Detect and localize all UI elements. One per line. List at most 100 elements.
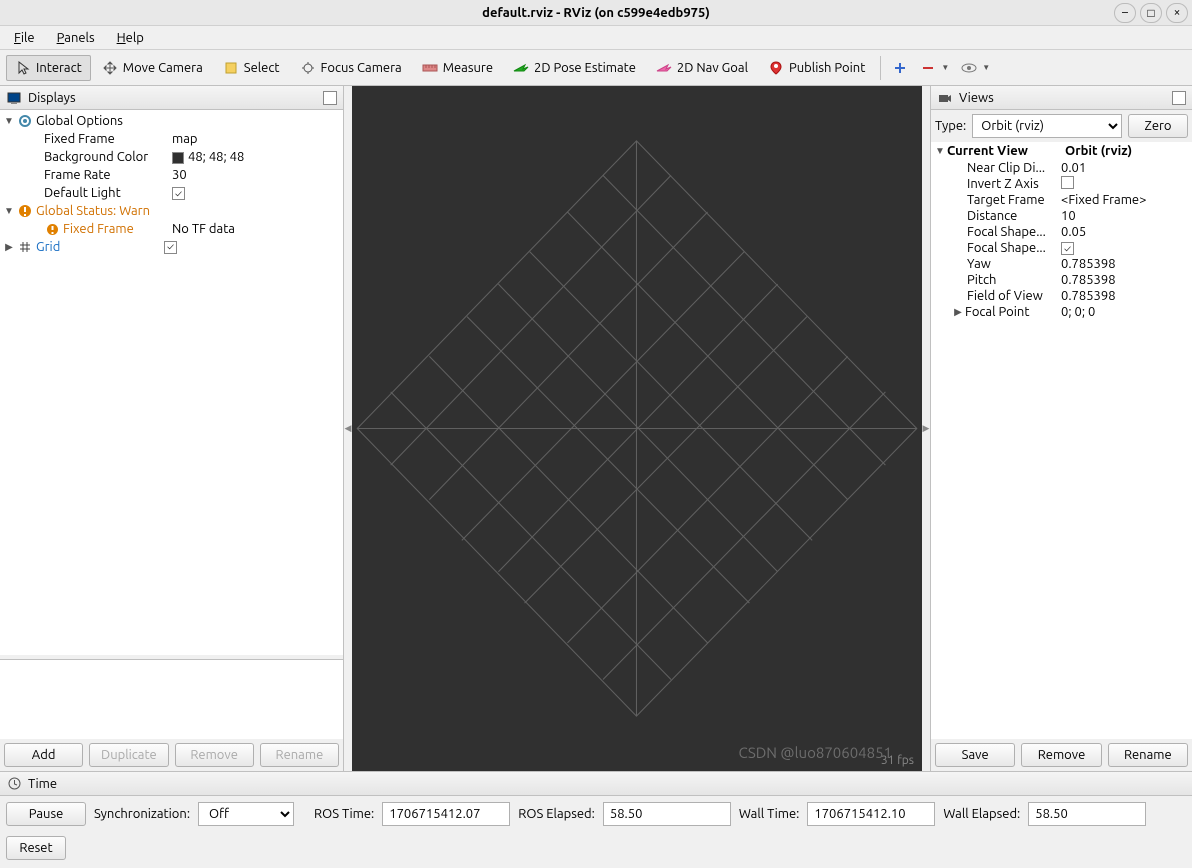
window-title: default.rviz - RViz (on c599e4edb975)	[482, 6, 710, 20]
distance-value[interactable]: 10	[1061, 209, 1192, 223]
sync-select[interactable]: Off	[198, 802, 294, 826]
displays-title: Displays	[28, 91, 76, 105]
wall-elapsed-input[interactable]	[1028, 802, 1146, 826]
menu-help[interactable]: Help	[107, 29, 154, 47]
fov-value[interactable]: 0.785398	[1061, 289, 1192, 303]
status-fixed-frame-value[interactable]: No TF data	[172, 222, 343, 236]
fixed-frame-value[interactable]: map	[172, 132, 343, 146]
target-frame-label[interactable]: Target Frame	[931, 193, 1061, 207]
zero-button[interactable]: Zero	[1128, 114, 1188, 138]
fixed-frame-label[interactable]: Fixed Frame	[0, 132, 172, 146]
expand-arrow[interactable]: ▶	[4, 241, 14, 253]
ros-time-input[interactable]	[382, 802, 510, 826]
camera-icon	[937, 90, 953, 106]
time-header[interactable]: Time	[0, 772, 1192, 796]
displays-float-checkbox[interactable]	[323, 91, 337, 105]
color-swatch	[172, 152, 184, 164]
invert-z-label[interactable]: Invert Z Axis	[931, 177, 1061, 191]
ros-elapsed-input[interactable]	[603, 802, 731, 826]
displays-tree[interactable]: ▼ Global Options Fixed Framemap Backgrou…	[0, 110, 343, 655]
ruler-icon	[422, 60, 438, 76]
frame-rate-label[interactable]: Frame Rate	[0, 168, 172, 182]
collapse-left-handle[interactable]: ◀	[344, 86, 352, 771]
expand-arrow[interactable]: ▼	[935, 145, 945, 157]
views-panel: Views Type: Orbit (rviz) Zero ▼Current V…	[930, 86, 1192, 771]
rename-button[interactable]: Rename	[260, 743, 339, 767]
grid-checkbox[interactable]	[164, 241, 177, 254]
menu-panels[interactable]: Panels	[47, 29, 105, 47]
tool-focus-camera-label: Focus Camera	[321, 61, 402, 75]
pitch-label[interactable]: Pitch	[931, 273, 1061, 287]
pause-button[interactable]: Pause	[6, 802, 86, 826]
fov-label[interactable]: Field of View	[931, 289, 1061, 303]
default-light-label[interactable]: Default Light	[0, 186, 172, 200]
bg-color-label[interactable]: Background Color	[0, 150, 172, 164]
ros-elapsed-label: ROS Elapsed:	[518, 807, 595, 821]
collapse-right-handle[interactable]: ▶	[922, 86, 930, 771]
expand-arrow[interactable]: ▼	[4, 205, 14, 217]
tool-add-icon[interactable]	[887, 55, 913, 81]
wall-elapsed-label: Wall Elapsed:	[943, 807, 1020, 821]
frame-rate-value[interactable]: 30	[172, 168, 343, 182]
views-rename-button[interactable]: Rename	[1108, 743, 1188, 767]
arrow-pink-icon	[656, 60, 672, 76]
focal-shape-fixed-label[interactable]: Focal Shape...	[931, 241, 1061, 255]
tool-select[interactable]: Select	[214, 55, 289, 81]
views-remove-button[interactable]: Remove	[1021, 743, 1101, 767]
tool-visibility-icon[interactable]: ▼	[956, 55, 995, 81]
tool-measure[interactable]: Measure	[413, 55, 502, 81]
global-options-label[interactable]: Global Options	[36, 114, 123, 128]
yaw-label[interactable]: Yaw	[931, 257, 1061, 271]
displays-header[interactable]: Displays	[0, 86, 343, 110]
focal-shape-fixed-checkbox[interactable]	[1061, 242, 1074, 255]
tool-interact[interactable]: Interact	[6, 55, 91, 81]
current-view-label[interactable]: Current View	[947, 144, 1028, 158]
tool-move-camera[interactable]: Move Camera	[93, 55, 212, 81]
focal-point-value[interactable]: 0; 0; 0	[1061, 305, 1192, 319]
close-button[interactable]: ×	[1166, 3, 1188, 23]
tool-move-camera-label: Move Camera	[123, 61, 203, 75]
bg-color-value[interactable]: 48; 48; 48	[172, 150, 343, 164]
current-view-value[interactable]: Orbit (rviz)	[1065, 144, 1192, 158]
view-type-select[interactable]: Orbit (rviz)	[972, 114, 1122, 138]
views-float-checkbox[interactable]	[1172, 91, 1186, 105]
views-tree[interactable]: ▼Current View Orbit (rviz) Near Clip Di.…	[931, 142, 1192, 739]
global-status-label[interactable]: Global Status: Warn	[36, 204, 150, 218]
remove-button[interactable]: Remove	[175, 743, 254, 767]
focal-shape-size-value[interactable]: 0.05	[1061, 225, 1192, 239]
tool-interact-label: Interact	[36, 61, 82, 75]
menu-file[interactable]: File	[4, 29, 45, 47]
status-fixed-frame-label[interactable]: Fixed Frame	[0, 221, 172, 237]
time-title: Time	[28, 777, 57, 791]
near-clip-value[interactable]: 0.01	[1061, 161, 1192, 175]
duplicate-button[interactable]: Duplicate	[89, 743, 168, 767]
wall-time-input[interactable]	[807, 802, 935, 826]
views-save-button[interactable]: Save	[935, 743, 1015, 767]
tool-focus-camera[interactable]: Focus Camera	[291, 55, 411, 81]
near-clip-label[interactable]: Near Clip Di...	[931, 161, 1061, 175]
move-icon	[102, 60, 118, 76]
clock-icon	[6, 776, 22, 792]
pitch-value[interactable]: 0.785398	[1061, 273, 1192, 287]
add-button[interactable]: Add	[4, 743, 83, 767]
maximize-button[interactable]: □	[1140, 3, 1162, 23]
minimize-button[interactable]: –	[1114, 3, 1136, 23]
focal-shape-size-label[interactable]: Focal Shape...	[931, 225, 1061, 239]
grid-label[interactable]: Grid	[36, 240, 164, 254]
views-header[interactable]: Views	[931, 86, 1192, 110]
expand-arrow[interactable]: ▼	[4, 115, 14, 127]
invert-z-checkbox[interactable]	[1061, 176, 1074, 189]
tool-nav-goal[interactable]: 2D Nav Goal	[647, 55, 757, 81]
yaw-value[interactable]: 0.785398	[1061, 257, 1192, 271]
tool-pose-estimate[interactable]: 2D Pose Estimate	[504, 55, 645, 81]
target-frame-value[interactable]: <Fixed Frame>	[1061, 193, 1192, 207]
tool-publish-point[interactable]: Publish Point	[759, 55, 874, 81]
reset-button[interactable]: Reset	[6, 836, 66, 860]
default-light-checkbox[interactable]	[172, 187, 185, 200]
focal-point-label[interactable]: ▶Focal Point	[931, 305, 1061, 319]
3d-viewport[interactable]: 31 fps CSDN @luo870604851	[352, 86, 922, 771]
distance-label[interactable]: Distance	[931, 209, 1061, 223]
tool-remove-icon[interactable]: ▼	[915, 55, 954, 81]
type-label: Type:	[935, 119, 966, 133]
expand-arrow[interactable]: ▶	[953, 306, 963, 318]
